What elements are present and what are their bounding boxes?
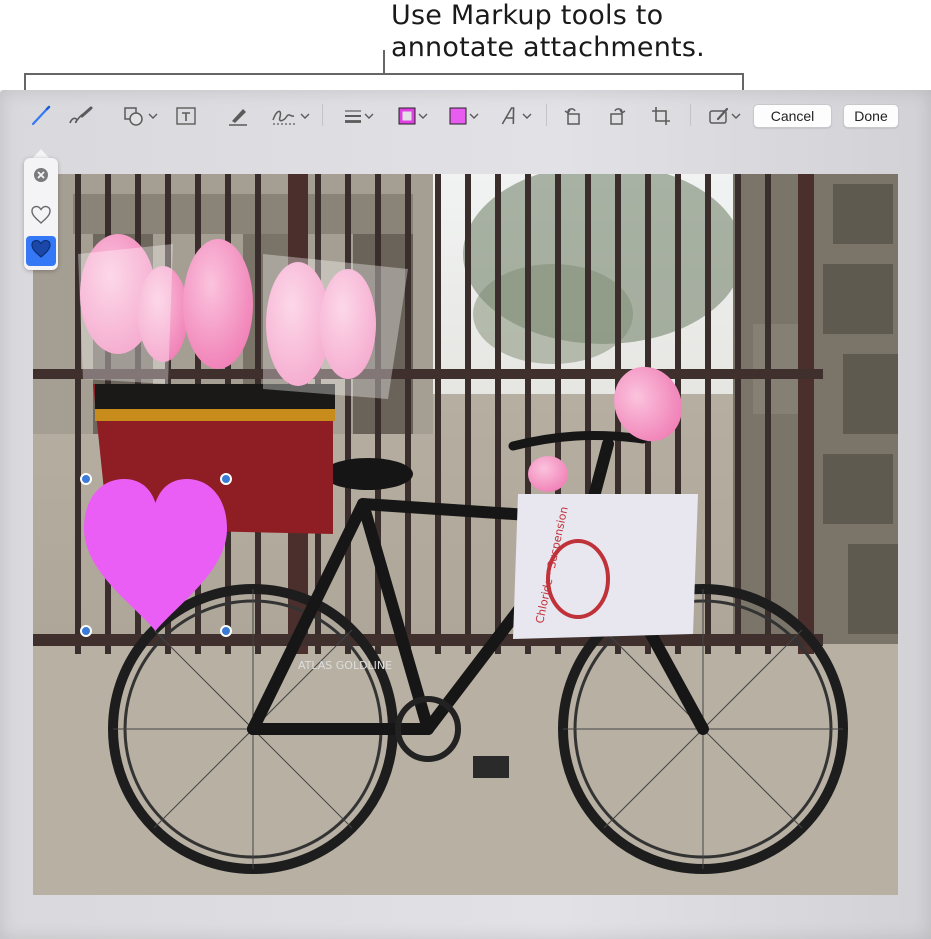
chevron-down-icon <box>300 112 310 120</box>
selection-handle[interactable] <box>220 625 232 637</box>
highlight-icon <box>226 105 250 127</box>
chevron-down-icon <box>418 112 428 120</box>
heart-annotation[interactable] <box>84 479 227 631</box>
border-color-icon <box>396 105 418 127</box>
line-style-button[interactable] <box>338 102 378 130</box>
heart-outline-button[interactable] <box>24 202 58 232</box>
selection-handle[interactable] <box>80 473 92 485</box>
callout-text: Use Markup tools to annotate attachments… <box>391 0 721 64</box>
text-button[interactable] <box>172 102 200 130</box>
heart-filled-icon <box>30 239 52 264</box>
cancel-button[interactable]: Cancel <box>753 104 832 128</box>
rotate-right-button[interactable] <box>604 102 630 130</box>
shape-popover <box>24 158 58 270</box>
heart-outline-icon <box>30 205 52 230</box>
rotate-left-icon <box>562 105 584 127</box>
fill-color-button[interactable] <box>443 102 483 130</box>
chevron-down-icon <box>148 112 158 120</box>
rotate-right-icon <box>606 105 628 127</box>
selection-handle[interactable] <box>220 473 232 485</box>
annotate-button[interactable] <box>702 102 746 130</box>
draw-icon <box>67 105 95 127</box>
shapes-button[interactable] <box>120 102 160 130</box>
done-button[interactable]: Done <box>843 104 899 128</box>
line-style-icon <box>342 105 364 127</box>
crop-icon <box>650 105 672 127</box>
shapes-icon <box>122 105 148 127</box>
highlight-button[interactable] <box>224 102 252 130</box>
text-icon <box>174 105 198 127</box>
sign-icon <box>270 105 300 127</box>
text-style-icon <box>500 105 522 127</box>
toolbar-divider <box>546 104 547 126</box>
border-color-button[interactable] <box>392 102 432 130</box>
sign-button[interactable] <box>268 102 312 130</box>
sketch-icon <box>30 105 52 127</box>
draw-button[interactable] <box>66 102 96 130</box>
chevron-down-icon <box>469 112 479 120</box>
chevron-down-icon <box>364 112 374 120</box>
attachment-image[interactable]: ATLAS GOLDLINE Chloride · Suspension <box>33 174 898 895</box>
callout-line-2: annotate attachments. <box>391 32 705 63</box>
heart-filled-button[interactable] <box>26 236 56 266</box>
crop-button[interactable] <box>648 102 674 130</box>
toolbar-divider <box>690 104 691 126</box>
close-icon <box>33 167 49 188</box>
popover-close-button[interactable] <box>24 162 58 192</box>
svg-text:ATLAS GOLDLINE: ATLAS GOLDLINE <box>298 659 392 672</box>
fill-color-icon <box>447 105 469 127</box>
selection-handle[interactable] <box>80 625 92 637</box>
rotate-left-button[interactable] <box>560 102 586 130</box>
sketch-button[interactable] <box>28 102 54 130</box>
callout-line <box>383 50 385 74</box>
chevron-down-icon <box>522 112 532 120</box>
annotate-icon <box>707 105 731 127</box>
text-style-button[interactable] <box>496 102 536 130</box>
toolbar-divider <box>322 104 323 126</box>
callout-line-1: Use Markup tools to <box>391 0 664 31</box>
chevron-down-icon <box>731 112 741 120</box>
